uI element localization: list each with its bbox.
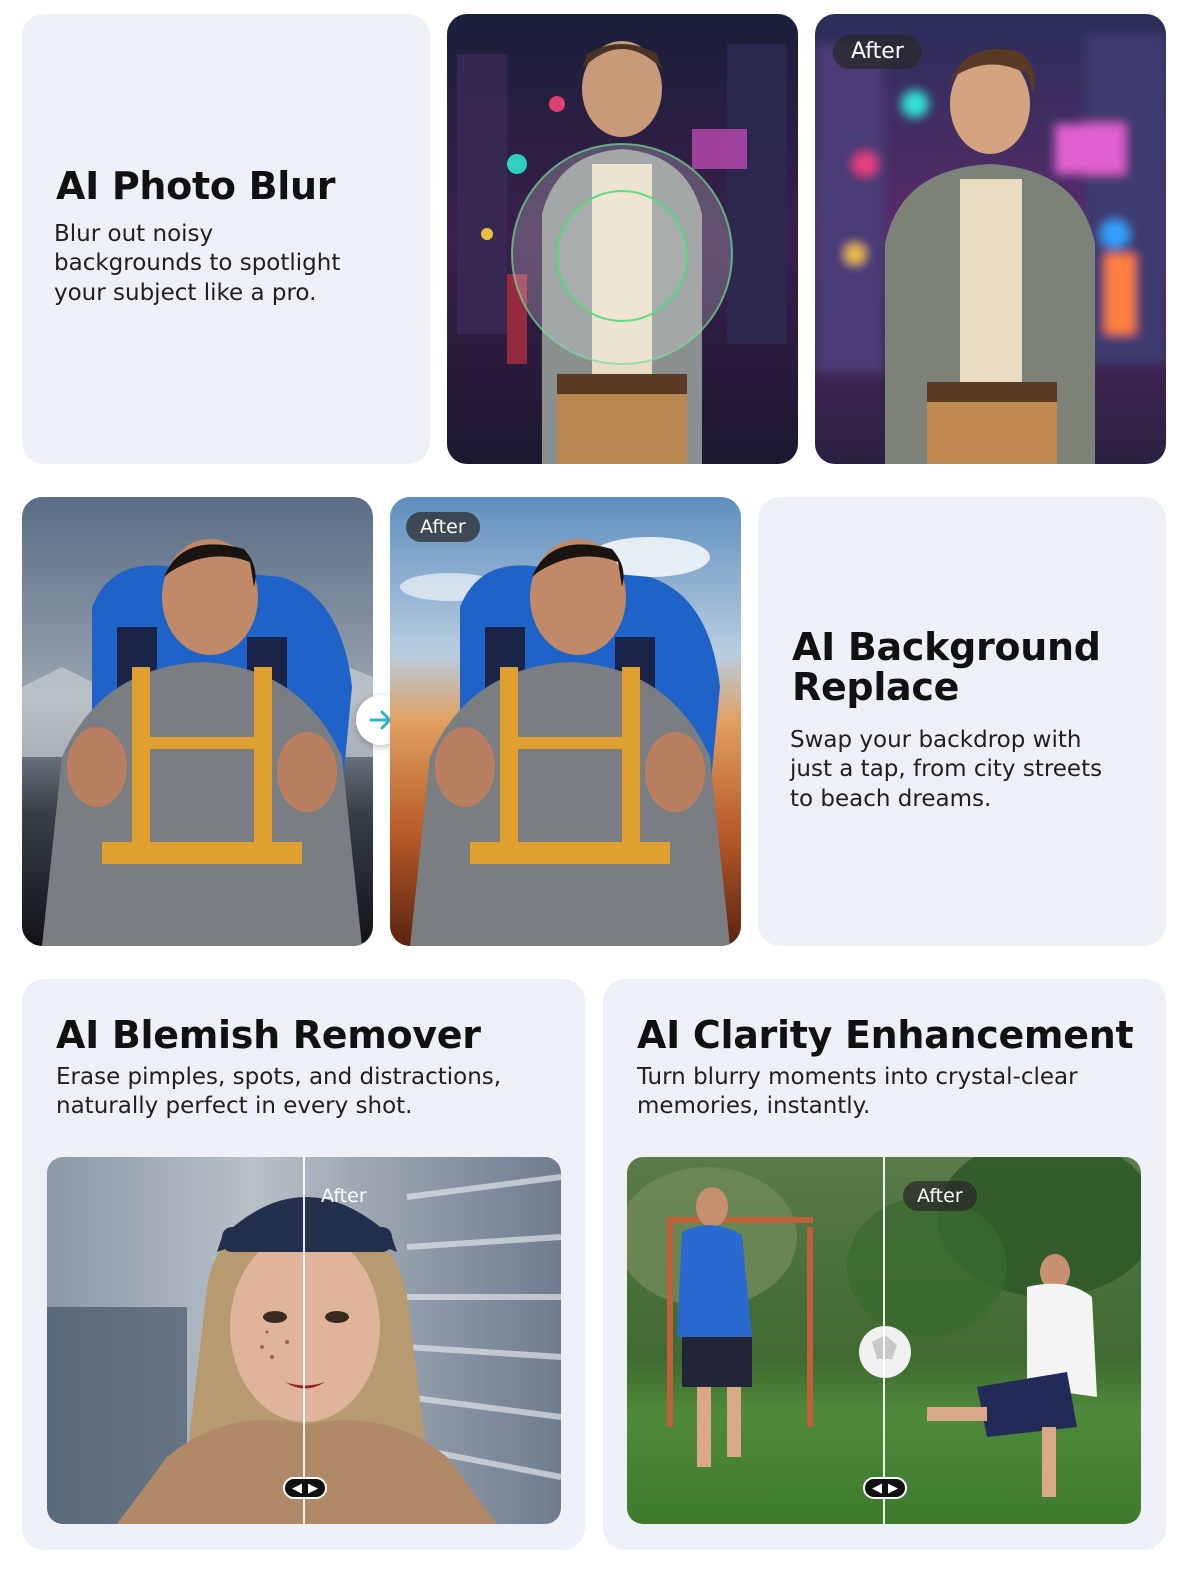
background-replace-before-image: [22, 497, 373, 946]
background-replace-title: AI Background Replace: [792, 625, 1101, 710]
clarity-enhancement-description: Turn blurry moments into crystal-clear m…: [637, 1064, 1078, 1120]
after-badge: After: [321, 1185, 367, 1207]
photo-blur-card: AI Photo Blur Blur out noisy backgrounds…: [22, 14, 430, 464]
compare-divider[interactable]: [883, 1157, 885, 1524]
after-badge: After: [903, 1181, 977, 1211]
background-replace-card: AI Background Replace Swap your backdrop…: [758, 497, 1166, 946]
blemish-remover-description: Erase pimples, spots, and distractions, …: [56, 1064, 502, 1120]
compare-divider[interactable]: [303, 1157, 305, 1524]
compare-slider-icon[interactable]: ◀ ▶: [283, 1477, 327, 1499]
background-replace-description: Swap your backdrop with just a tap, from…: [790, 727, 1103, 812]
photo-blur-after-image: After: [815, 14, 1166, 464]
after-badge: After: [406, 512, 480, 542]
blemish-remover-card: AI Blemish Remover Erase pimples, spots,…: [22, 979, 585, 1550]
after-badge: After: [833, 35, 922, 69]
compare-slider-icon[interactable]: ◀ ▶: [863, 1477, 907, 1499]
clarity-enhancement-title: AI Clarity Enhancement: [637, 1013, 1134, 1057]
photo-blur-title: AI Photo Blur: [56, 164, 336, 208]
clarity-enhancement-compare-image: After ◀ ▶: [627, 1157, 1141, 1524]
background-replace-after-image: After: [390, 497, 741, 946]
blemish-remover-compare-image: After ◀ ▶: [47, 1157, 561, 1524]
photo-blur-description: Blur out noisy backgrounds to spotlight …: [54, 221, 341, 306]
blemish-remover-title: AI Blemish Remover: [56, 1013, 481, 1057]
clarity-enhancement-card: AI Clarity Enhancement Turn blurry momen…: [603, 979, 1166, 1550]
photo-blur-before-image: [447, 14, 798, 464]
